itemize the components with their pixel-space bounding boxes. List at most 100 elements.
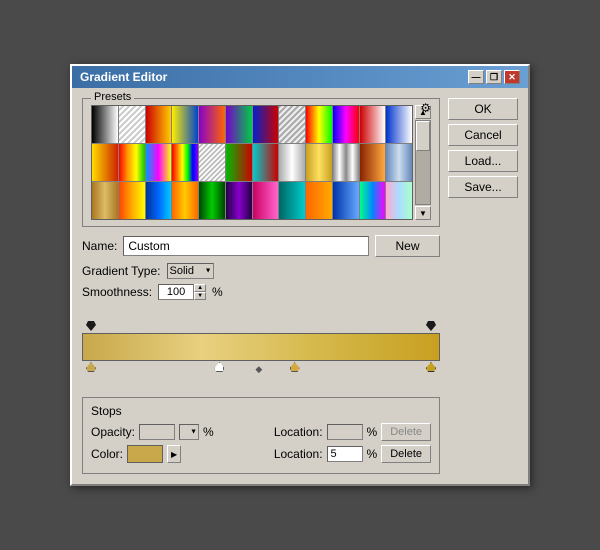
gear-icon[interactable]: ⚙ [420,101,431,115]
midpoint-diamond[interactable]: ◆ [254,364,264,374]
gradient-bar[interactable] [82,333,440,361]
name-label: Name: [82,239,117,253]
preset-cell[interactable] [119,182,145,219]
preset-cell[interactable] [306,182,332,219]
presets-label: Presets [91,91,134,103]
cancel-button[interactable]: Cancel [448,124,518,146]
minimize-button[interactable]: — [468,70,484,84]
gradient-container: ◆ [82,305,440,391]
right-panel: OK Cancel Load... Save... [448,98,518,474]
opacity-unit: % [203,425,214,439]
smoothness-spinner: ▲ ▼ [158,284,206,300]
gradient-type-select-wrapper: Solid Noise [167,263,214,279]
opacity-label: Opacity: [91,425,135,439]
preset-cell[interactable] [253,144,279,181]
color-stop-end[interactable] [426,362,436,374]
opacity-dropdown[interactable] [179,424,199,440]
opacity-input[interactable] [139,424,175,440]
preset-cell[interactable] [253,182,279,219]
opacity-stop-right[interactable] [426,321,436,333]
save-button[interactable]: Save... [448,176,518,198]
opacity-location-input[interactable] [327,424,363,440]
opacity-location-label: Location: [274,425,323,439]
preset-cell[interactable] [172,182,198,219]
preset-cell[interactable] [333,182,359,219]
preset-cell[interactable] [306,144,332,181]
preset-cell[interactable] [146,182,172,219]
color-stop-mid1[interactable] [214,362,224,374]
dialog-body: Presets ⚙ [72,88,528,484]
preset-cell[interactable] [279,182,305,219]
stops-label: Stops [91,404,431,418]
gradient-type-row: Gradient Type: Solid Noise [82,263,440,279]
preset-cell[interactable] [226,106,252,143]
preset-cell[interactable] [333,144,359,181]
color-swatch[interactable] [127,445,163,463]
color-location-label: Location: [274,447,323,461]
close-button[interactable]: ✕ [504,70,520,84]
preset-cell[interactable] [92,144,118,181]
color-stops-area: ◆ [82,361,440,377]
smoothness-input[interactable] [158,284,194,300]
opacity-location-unit: % [367,425,378,439]
gradient-type-label: Gradient Type: [82,264,161,278]
opacity-stops-area [82,319,440,333]
color-location-input[interactable] [327,446,363,462]
preset-cell[interactable] [199,182,225,219]
smoothness-up-button[interactable]: ▲ [194,284,206,292]
color-row: Color: ▶ Location: % Delete [91,445,431,463]
preset-cell[interactable] [279,106,305,143]
presets-grid[interactable] [91,105,413,220]
scroll-down-button[interactable]: ▼ [415,206,431,220]
preset-cell[interactable] [199,106,225,143]
preset-cell[interactable] [360,182,386,219]
color-stop-mid2[interactable] [290,362,300,374]
preset-cell[interactable] [333,106,359,143]
color-location-unit: % [367,447,378,461]
preset-cell[interactable] [119,144,145,181]
preset-cell[interactable] [253,106,279,143]
opacity-delete-button[interactable]: Delete [381,423,431,441]
restore-button[interactable]: ❐ [486,70,502,84]
preset-cell[interactable] [279,144,305,181]
ok-button[interactable]: OK [448,98,518,120]
scroll-thumb[interactable] [416,121,430,151]
preset-cell[interactable] [92,106,118,143]
preset-cell[interactable] [306,106,332,143]
presets-group: Presets ⚙ [82,98,440,227]
smoothness-down-button[interactable]: ▼ [194,292,206,300]
preset-cell[interactable] [360,106,386,143]
color-stop-start[interactable] [86,362,96,374]
preset-cell[interactable] [92,182,118,219]
name-input[interactable] [123,236,369,256]
smoothness-unit: % [212,285,223,299]
smoothness-spinner-buttons: ▲ ▼ [194,284,206,300]
opacity-stop-left[interactable] [86,321,96,333]
preset-cell[interactable] [386,182,412,219]
gradient-editor-dialog: Gradient Editor — ❐ ✕ Presets ⚙ [70,64,530,486]
preset-cell[interactable] [146,144,172,181]
preset-cell[interactable] [172,144,198,181]
gradient-type-select[interactable]: Solid Noise [167,263,214,279]
color-swatch-arrow[interactable]: ▶ [167,445,181,463]
scroll-track[interactable] [415,120,431,205]
load-button[interactable]: Load... [448,150,518,172]
preset-cell[interactable] [386,106,412,143]
preset-cell[interactable] [119,106,145,143]
smoothness-row: Smoothness: ▲ ▼ % [82,284,440,300]
name-row: Name: New [82,235,440,257]
stops-section: Stops Opacity: % Location: % Delete [82,397,440,474]
preset-cell[interactable] [172,106,198,143]
color-label: Color: [91,447,123,461]
preset-cell[interactable] [360,144,386,181]
smoothness-label: Smoothness: [82,285,152,299]
preset-cell[interactable] [386,144,412,181]
preset-cell[interactable] [199,144,225,181]
new-button[interactable]: New [375,235,440,257]
color-delete-button[interactable]: Delete [381,445,431,463]
title-bar: Gradient Editor — ❐ ✕ [72,66,528,88]
preset-cell[interactable] [226,144,252,181]
presets-scrollbar: ▲ ▼ [415,105,431,220]
preset-cell[interactable] [226,182,252,219]
preset-cell[interactable] [146,106,172,143]
